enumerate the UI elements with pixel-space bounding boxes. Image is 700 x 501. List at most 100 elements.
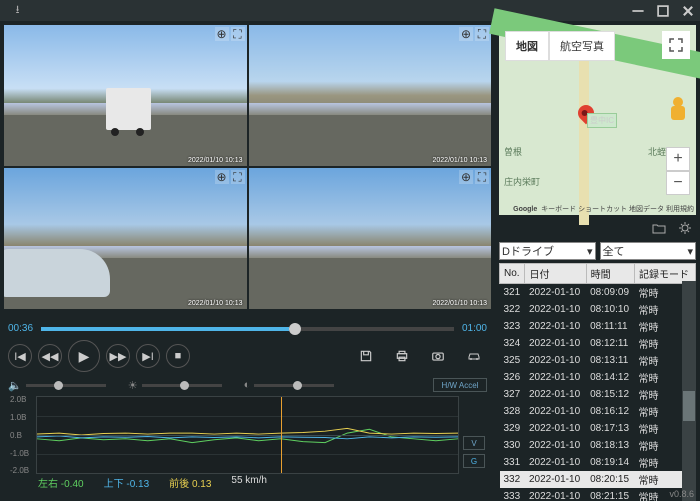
table-row[interactable]: 3272022-01-1008:15:12常時: [500, 386, 696, 403]
graph-cursor: [281, 397, 282, 473]
stop-button[interactable]: ■: [166, 344, 190, 368]
pegman-icon[interactable]: [668, 97, 688, 123]
table-row[interactable]: 3212022-01-1008:09:09常時: [500, 284, 696, 302]
video-expand-icon[interactable]: ⊕: [215, 170, 229, 184]
seek-slider[interactable]: [41, 327, 454, 331]
y-tick: -1.0B: [10, 449, 29, 458]
gear-icon: [678, 221, 692, 235]
accel-fb: 前後 0.13: [169, 475, 211, 490]
forward-button[interactable]: ▶▶: [106, 344, 130, 368]
vehicle-button[interactable]: [461, 344, 487, 368]
maximize-button[interactable]: [650, 0, 675, 21]
video-fullscreen-icon[interactable]: ⛶: [475, 27, 489, 41]
table-header[interactable]: 時間: [586, 264, 634, 284]
print-button[interactable]: [389, 344, 415, 368]
map-label: 庄内栄町: [504, 175, 540, 188]
print-icon: [395, 349, 409, 363]
filter-select[interactable]: 全て▾: [600, 242, 697, 260]
table-row[interactable]: 3262022-01-1008:14:12常時: [500, 369, 696, 386]
map-tab-satellite[interactable]: 航空写真: [549, 31, 615, 61]
map-tab-map[interactable]: 地図: [505, 31, 549, 61]
badge-v[interactable]: V: [463, 436, 485, 450]
chevron-down-icon: ▾: [687, 245, 693, 258]
drive-select[interactable]: Dドライブ▾: [499, 242, 596, 260]
version-label: v0.8.6: [669, 489, 694, 499]
table-row[interactable]: 3252022-01-1008:13:11常時: [500, 352, 696, 369]
video-rear[interactable]: ⊕ ⛶ 2022/01/10 10:13: [249, 25, 492, 166]
hw-accel-badge[interactable]: H/W Accel: [433, 378, 487, 392]
minimize-button[interactable]: [625, 0, 650, 21]
brightness-slider[interactable]: [142, 384, 222, 387]
video-left[interactable]: ⊕ ⛶ 2022/01/10 10:13: [4, 168, 247, 309]
video-fullscreen-icon[interactable]: ⛶: [231, 170, 245, 184]
gear-button[interactable]: [676, 219, 694, 237]
save-icon: [359, 349, 373, 363]
map-poi: 豊中IC: [587, 113, 617, 128]
video-fullscreen-icon[interactable]: ⛶: [475, 170, 489, 184]
table-row[interactable]: 3242022-01-1008:12:11常時: [500, 335, 696, 352]
camera-icon: [431, 349, 445, 363]
video-expand-icon[interactable]: ⊕: [459, 27, 473, 41]
download-button[interactable]: ⭳: [5, 0, 30, 21]
table-row[interactable]: 3302022-01-1008:18:13常時: [500, 437, 696, 454]
video-fullscreen-icon[interactable]: ⛶: [231, 27, 245, 41]
table-row[interactable]: 3282022-01-1008:16:12常時: [500, 403, 696, 420]
video-grid: ⊕ ⛶ 2022/01/10 10:13 ⊕ ⛶ 2022/01/10 10:1…: [0, 21, 495, 313]
table-row[interactable]: 3232022-01-1008:11:11常時: [500, 318, 696, 335]
play-button[interactable]: ▶: [68, 340, 100, 372]
table-header[interactable]: 日付: [525, 264, 586, 284]
car-icon: [467, 349, 481, 363]
file-table: No.日付時間記録モード 3212022-01-1008:09:09常時3222…: [499, 263, 696, 501]
map-label: 北蛭: [648, 145, 666, 158]
folder-button[interactable]: [650, 219, 668, 237]
snapshot-button[interactable]: [425, 344, 451, 368]
volume-slider[interactable]: [26, 384, 106, 387]
rewind-button[interactable]: ◀◀: [38, 344, 62, 368]
save-button[interactable]: [353, 344, 379, 368]
current-time: 00:36: [8, 323, 33, 334]
close-icon: [681, 4, 695, 18]
y-tick: 1.0B: [10, 413, 26, 422]
video-timestamp: 2022/01/10 10:13: [433, 157, 488, 164]
contrast-icon[interactable]: ◐: [244, 379, 251, 391]
minimize-icon: [631, 4, 645, 18]
badge-g[interactable]: G: [463, 454, 485, 468]
download-icon: ⭳: [16, 1, 20, 20]
table-row[interactable]: 3292022-01-1008:17:13常時: [500, 420, 696, 437]
speed-value: 55 km/h: [231, 475, 267, 490]
accel-ud: 上下 -0.13: [104, 475, 150, 490]
contrast-slider[interactable]: [254, 384, 334, 387]
total-time: 01:00: [462, 323, 487, 334]
map-fullscreen-button[interactable]: [662, 31, 690, 59]
zoom-in-button[interactable]: +: [666, 147, 690, 171]
maximize-icon: [656, 4, 670, 18]
chevron-down-icon: ▾: [587, 245, 593, 258]
map-label: 曽根: [504, 145, 522, 158]
y-tick: 0.B: [10, 431, 22, 440]
video-timestamp: 2022/01/10 10:13: [188, 300, 243, 307]
y-tick: 2.0B: [10, 395, 26, 404]
video-front[interactable]: ⊕ ⛶ 2022/01/10 10:13: [4, 25, 247, 166]
table-row[interactable]: 3312022-01-1008:19:14常時: [500, 454, 696, 471]
zoom-out-button[interactable]: −: [666, 171, 690, 195]
next-file-button[interactable]: ▶I: [136, 344, 160, 368]
titlebar: ⭳: [0, 0, 700, 21]
table-row[interactable]: 3332022-01-1008:21:15常時: [500, 488, 696, 501]
close-button[interactable]: [675, 0, 700, 21]
sensor-graph: 2.0B 1.0B 0.B -1.0B -2.0B V G 左右 -0.40 上…: [8, 396, 487, 492]
video-expand-icon[interactable]: ⊕: [215, 27, 229, 41]
video-timestamp: 2022/01/10 10:13: [433, 300, 488, 307]
prev-file-button[interactable]: I◀: [8, 344, 32, 368]
table-row[interactable]: 3222022-01-1008:10:10常時: [500, 301, 696, 318]
map-attribution: Google キーボード ショートカット 地図データ 利用規約: [513, 204, 694, 214]
map[interactable]: 曽根 庄内栄町 北蛭 豊中IC 地図 航空写真 + − Google キーボード…: [499, 25, 696, 215]
video-expand-icon[interactable]: ⊕: [459, 170, 473, 184]
video-right[interactable]: ⊕ ⛶ 2022/01/10 10:13: [249, 168, 492, 309]
brightness-icon[interactable]: ☀: [128, 379, 138, 392]
volume-icon[interactable]: 🔈: [8, 379, 22, 392]
accel-lr: 左右 -0.40: [38, 475, 84, 490]
folder-icon: [652, 222, 666, 234]
table-scrollbar[interactable]: [682, 281, 696, 501]
table-header[interactable]: No.: [500, 264, 525, 284]
table-row[interactable]: 3322022-01-1008:20:15常時: [500, 471, 696, 488]
